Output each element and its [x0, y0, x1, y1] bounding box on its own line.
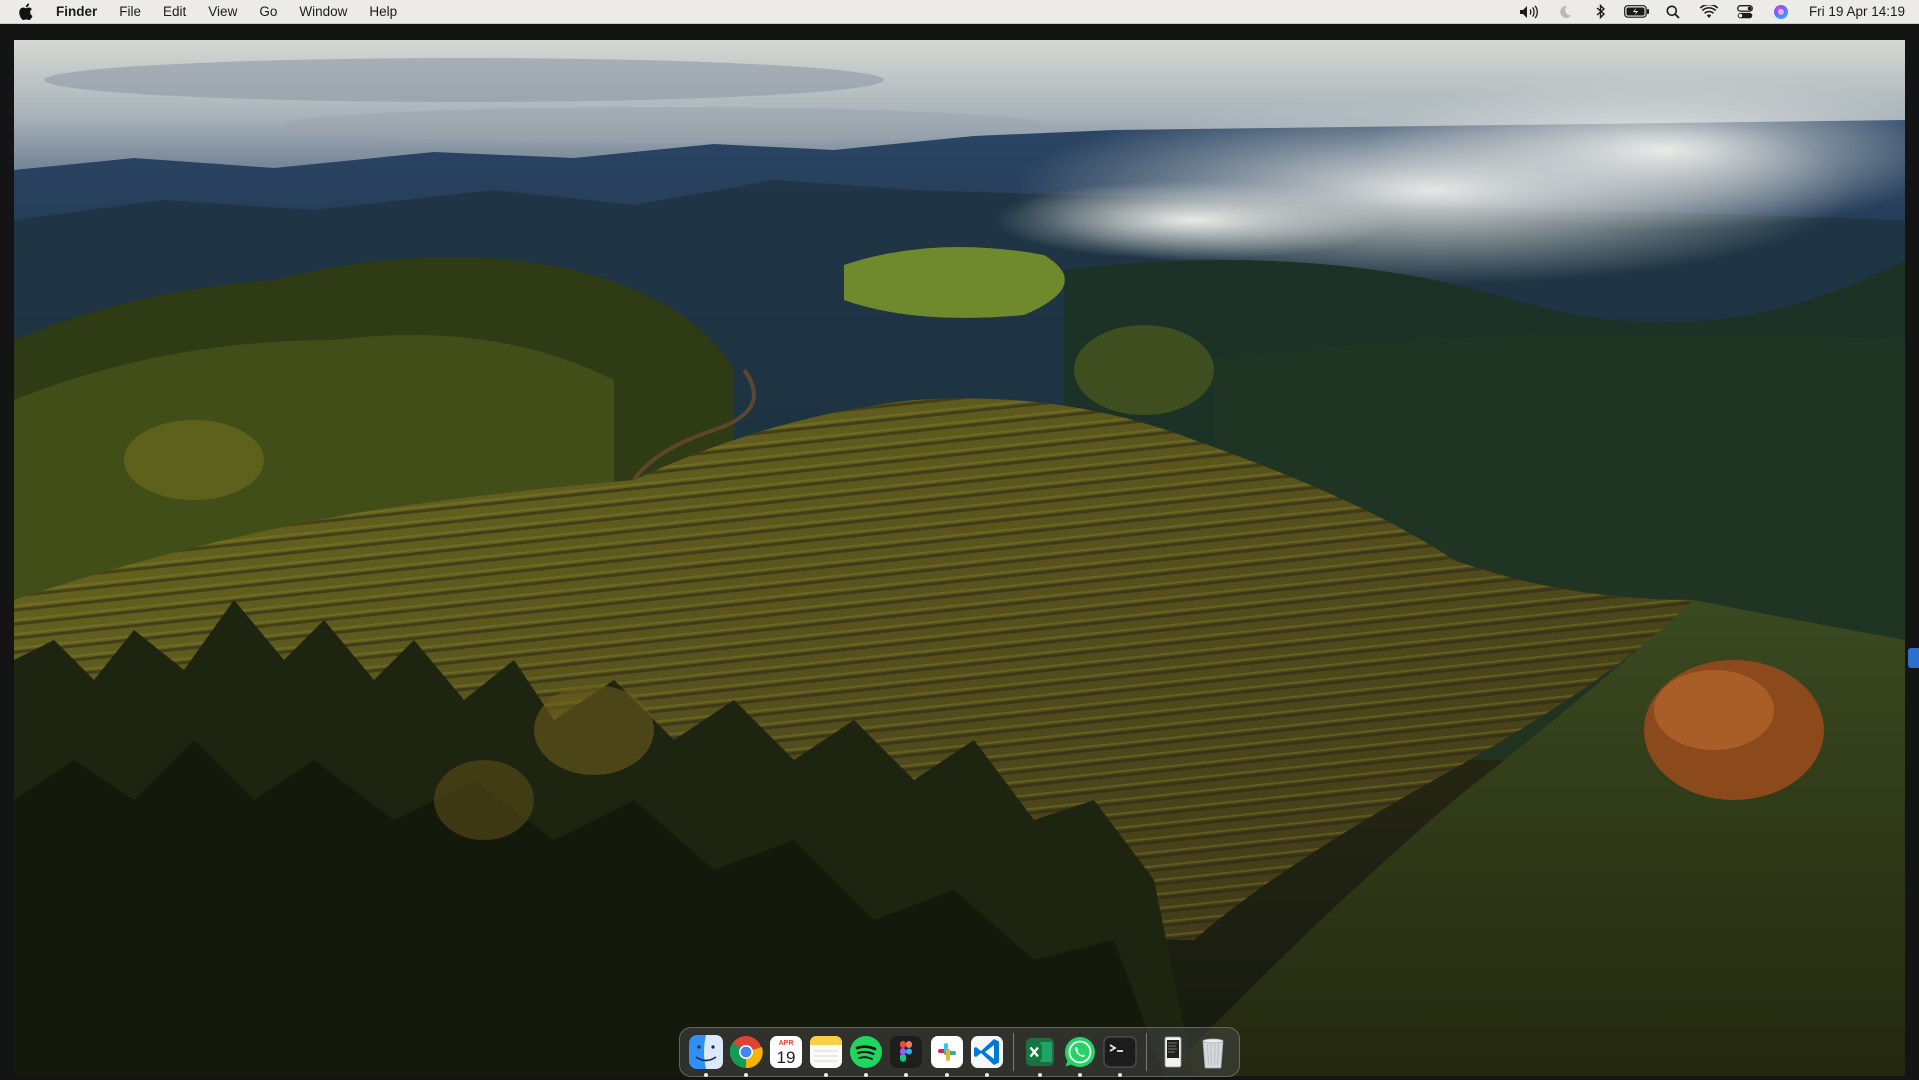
figma-icon — [890, 1036, 923, 1068]
dock-vscode[interactable] — [967, 1032, 1006, 1077]
spotify-icon — [850, 1036, 883, 1068]
menu-window[interactable]: Window — [288, 0, 358, 23]
menu-go[interactable]: Go — [248, 0, 288, 23]
terminal-icon — [1103, 1036, 1137, 1068]
running-indicator — [704, 1073, 709, 1077]
dock-whatsapp[interactable] — [1060, 1032, 1099, 1077]
notes-icon — [810, 1036, 843, 1068]
menu-app-name[interactable]: Finder — [56, 0, 108, 23]
wifi-icon[interactable] — [1691, 0, 1727, 23]
running-indicator — [824, 1073, 829, 1077]
calendar-day: 19 — [777, 1048, 796, 1067]
apple-logo-icon[interactable] — [18, 3, 34, 21]
calendar-icon: APR 19 — [770, 1036, 803, 1068]
menu-help[interactable]: Help — [358, 0, 408, 23]
menu-edit[interactable]: Edit — [152, 0, 197, 23]
screen-edge-indicator — [1908, 648, 1919, 668]
control-center-icon[interactable] — [1727, 0, 1763, 23]
dock-figma[interactable] — [887, 1032, 926, 1077]
calendar-month: APR — [779, 1040, 794, 1047]
slack-icon — [930, 1036, 963, 1068]
dock-finder[interactable] — [687, 1032, 726, 1077]
dock-notes[interactable] — [807, 1032, 846, 1077]
dock-document[interactable] — [1153, 1032, 1192, 1072]
running-indicator — [904, 1073, 909, 1077]
whatsapp-icon — [1064, 1037, 1095, 1067]
bluetooth-icon[interactable] — [1583, 0, 1619, 23]
vineyard-landscape-image — [14, 40, 1905, 1076]
menu-file[interactable]: File — [108, 0, 152, 23]
dock-separator — [1145, 1033, 1147, 1071]
dock-terminal[interactable] — [1100, 1032, 1139, 1077]
running-indicator — [944, 1073, 949, 1077]
desktop-wallpaper — [14, 40, 1905, 1076]
spotlight-search-icon[interactable] — [1655, 0, 1691, 23]
document-icon — [1164, 1036, 1182, 1068]
dock-spotify[interactable] — [847, 1032, 886, 1077]
excel-icon — [1025, 1038, 1054, 1066]
dock-chrome[interactable] — [727, 1032, 766, 1077]
running-indicator — [1117, 1073, 1122, 1077]
dock-trash[interactable] — [1193, 1032, 1232, 1072]
finder-icon — [689, 1035, 724, 1069]
volume-icon[interactable] — [1511, 0, 1547, 23]
running-indicator — [744, 1073, 749, 1077]
siri-icon[interactable] — [1763, 0, 1799, 23]
dock-excel[interactable] — [1020, 1032, 1059, 1077]
battery-icon[interactable] — [1619, 0, 1655, 23]
menubar-clock[interactable]: Fri 19 Apr 14:19 — [1799, 4, 1905, 19]
dock-calendar[interactable]: APR 19 — [767, 1032, 806, 1072]
running-indicator — [984, 1073, 989, 1077]
dock-separator — [1012, 1033, 1014, 1071]
running-indicator — [1077, 1073, 1082, 1077]
trash-icon — [1202, 1038, 1224, 1069]
dock-slack[interactable] — [927, 1032, 966, 1077]
chrome-icon — [729, 1036, 763, 1069]
menu-view[interactable]: View — [197, 0, 248, 23]
vscode-icon — [970, 1036, 1003, 1068]
running-indicator — [864, 1073, 869, 1077]
dock: APR 19 — [679, 1027, 1240, 1077]
running-indicator — [1037, 1073, 1042, 1077]
menu-bar: Finder File Edit View Go Window Help Fri… — [0, 0, 1919, 24]
focus-moon-icon[interactable] — [1547, 0, 1583, 23]
